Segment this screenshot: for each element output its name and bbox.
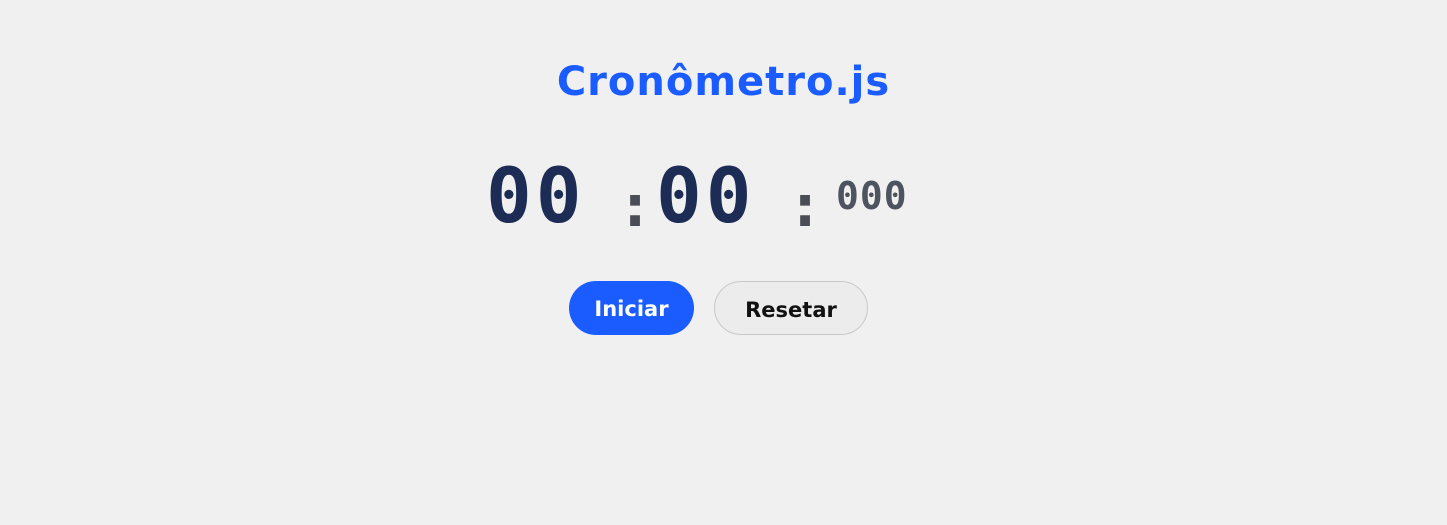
reset-button[interactable]: Resetar xyxy=(714,281,868,335)
start-button[interactable]: Iniciar xyxy=(569,281,694,335)
page-title: Cronômetro.js xyxy=(556,59,891,105)
minutes-display: 00 xyxy=(486,151,586,240)
seconds-milliseconds-separator: : xyxy=(787,171,824,241)
milliseconds-display: 000 xyxy=(836,174,908,218)
stopwatch-app: Cronômetro.js 00 : 00 : 000 Iniciar Rese… xyxy=(0,0,1447,525)
seconds-display: 00 xyxy=(656,151,756,240)
timer-display: 00 : 00 : 000 xyxy=(0,156,1447,242)
minutes-seconds-separator: : xyxy=(617,171,654,241)
